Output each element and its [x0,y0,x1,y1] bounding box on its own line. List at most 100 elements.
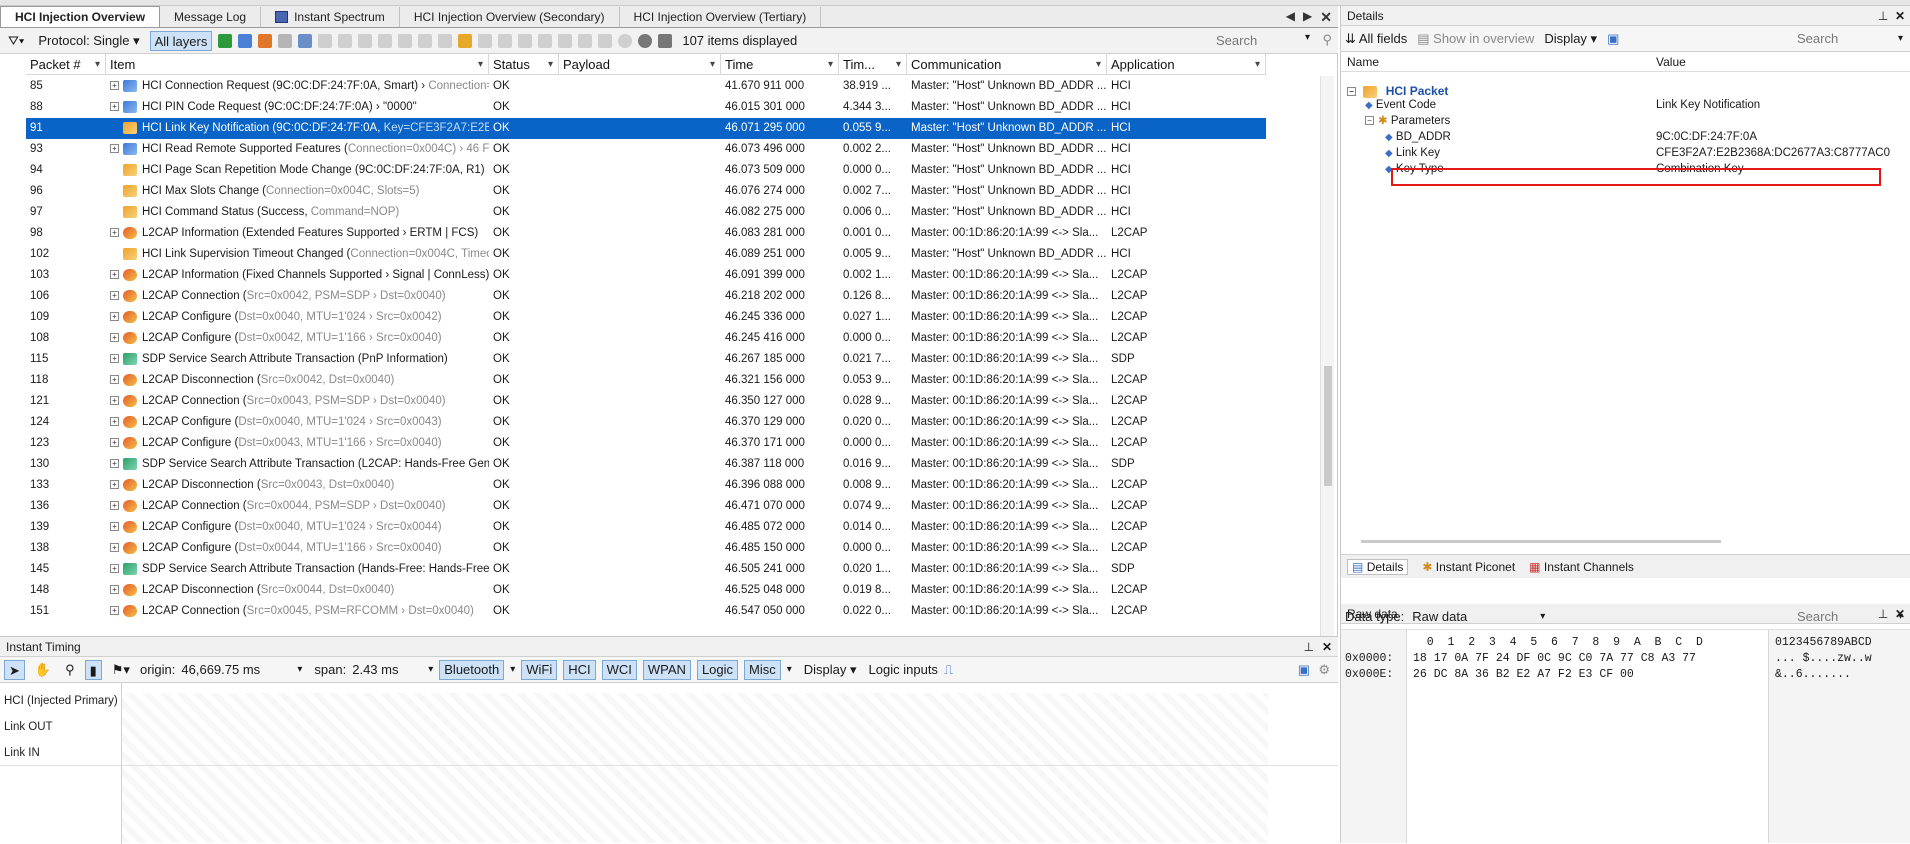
expand-icon[interactable]: + [110,606,119,616]
tab-instant-spectrum[interactable]: Instant Spectrum [261,7,400,27]
col-header-item[interactable]: Item ▾ [106,54,489,75]
raw-data-view[interactable]: 0x0000: 0x000E: 0 1 2 3 4 5 6 7 8 9 A B … [1341,630,1910,843]
table-row[interactable]: 93 + HCI Read Remote Supported Features (C… [26,139,1266,160]
origin-value[interactable]: 46,669.75 ms [181,662,291,677]
expand-icon[interactable]: + [110,144,119,154]
logic-inputs-button[interactable]: Logic inputs [869,662,938,677]
misc-dropdown-icon[interactable]: ▾ [787,664,792,675]
toggle-wifi[interactable]: WiFi [521,659,558,680]
mouse-icon[interactable] [358,33,373,48]
highlight-icon[interactable] [458,33,473,48]
filter-icon[interactable]: ⛛▾ [4,31,28,51]
vertical-scrollbar[interactable] [1320,76,1334,636]
col-header-application[interactable]: Application ▾ [1107,54,1266,75]
close-icon[interactable]: ✕ [1322,637,1332,657]
scroll-left-icon[interactable]: ◀ [1286,9,1295,26]
scroll-right-icon[interactable]: ▶ [1303,9,1312,26]
tab-details[interactable]: ▤ Details [1347,558,1409,575]
toggle-wci[interactable]: WCI [601,659,637,680]
expand-icon[interactable]: + [110,501,119,511]
table-row[interactable]: 124 + L2CAP Configure (Dst=0x0040, MTU=1'0… [26,412,1266,433]
search-options-icon[interactable]: ⚲ [1322,32,1332,48]
toggle-bluetooth[interactable]: Bluetooth [439,659,505,680]
table-row[interactable]: 94 HCI Page Scan Repetition Mode Change (… [26,160,1266,181]
expand-icon[interactable]: + [110,102,119,112]
table-row[interactable]: 130 + SDP Service Search Attribute Transac… [26,454,1266,475]
columns-icon[interactable] [538,33,553,48]
hand-icon[interactable]: ✋ [31,660,55,680]
table-row[interactable]: 106 + L2CAP Connection (Src=0x0042, PSM=SD… [26,286,1266,307]
expand-icon[interactable]: + [110,564,119,574]
export-icon[interactable]: ▣ [1298,662,1310,678]
table-row[interactable]: 108 + L2CAP Configure (Dst=0x0042, MTU=1'1… [26,328,1266,349]
chevron-down-icon[interactable]: ▾ [1096,54,1101,75]
raw-search-input[interactable]: Search [1797,609,1838,624]
pin-icon[interactable]: ⊥ [1878,9,1888,23]
table-row[interactable]: 103 + L2CAP Information (Fixed Channels Su… [26,265,1266,286]
tab-instant-piconet[interactable]: ✱ Instant Piconet [1422,560,1515,574]
table-row[interactable]: 118 + L2CAP Disconnection (Src=0x0042, Dst… [26,370,1266,391]
expand-icon[interactable]: + [110,417,119,427]
tab-instant-channels[interactable]: ▦ Instant Channels [1529,560,1634,574]
search-dropdown-icon[interactable]: ▾ [1898,611,1903,622]
table-row[interactable]: 151 + L2CAP Connection (Src=0x0045, PSM=RF… [26,601,1266,622]
tab-hci-overview-tertiary[interactable]: HCI Injection Overview (Tertiary) [620,7,822,27]
scrollbar-thumb[interactable] [1324,366,1332,486]
col-header-delta[interactable]: Tim... ▾ [839,54,907,75]
toggle-wpan[interactable]: WPAN [642,659,691,680]
zoom-icon[interactable]: ⚲ [61,660,79,680]
table-row[interactable]: 109 + L2CAP Configure (Dst=0x0040, MTU=1'0… [26,307,1266,328]
col-header-time[interactable]: Time ▾ [721,54,839,75]
connector-icon[interactable] [378,33,393,48]
grid-icon[interactable] [438,33,453,48]
expand-icon[interactable]: + [110,459,119,469]
chevron-down-icon[interactable]: ▾ [896,54,901,75]
tab-hci-overview-secondary[interactable]: HCI Injection Overview (Secondary) [400,7,620,27]
table-row[interactable]: 145 + SDP Service Search Attribute Transac… [26,559,1266,580]
collapse-icon[interactable]: − [1347,87,1356,97]
find-icon[interactable] [298,33,313,48]
search-input[interactable]: Search [1216,31,1314,51]
span-dropdown-icon[interactable]: ▾ [428,664,433,675]
toggle-misc[interactable]: Misc [744,659,781,680]
grid3-icon[interactable] [498,33,513,48]
expand-icon[interactable]: + [110,228,119,238]
chevron-down-icon[interactable]: ▾ [548,54,553,75]
origin-dropdown-icon[interactable]: ▾ [297,664,302,675]
grid2-icon[interactable] [478,33,493,48]
table-row[interactable]: 133 + L2CAP Disconnection (Src=0x0043, Dst… [26,475,1266,496]
toggle-logic[interactable]: Logic [696,659,739,680]
all-fields-button[interactable]: ⇊ All fields [1345,31,1407,47]
pencil-icon[interactable] [238,33,253,48]
table-row[interactable]: 91 HCI Link Key Notification (9C:0C:DF:24… [26,118,1266,139]
pointer-icon[interactable]: ➤ [4,659,25,680]
table-row[interactable]: 88 + HCI PIN Code Request (9C:0C:DF:24:7F:… [26,97,1266,118]
table-row[interactable]: 148 + L2CAP Disconnection (Src=0x0044, Dst… [26,580,1266,601]
book-icon[interactable] [518,33,533,48]
data-type-dropdown-icon[interactable]: ▾ [1540,611,1545,622]
pin-icon[interactable] [278,33,293,48]
table-row[interactable]: 98 + L2CAP Information (Extended Features … [26,223,1266,244]
table-row[interactable]: 136 + L2CAP Connection (Src=0x0044, PSM=SD… [26,496,1266,517]
table-row[interactable]: 123 + L2CAP Configure (Dst=0x0043, MTU=1'1… [26,433,1266,454]
tab-message-log[interactable]: Message Log [160,7,262,27]
chevron-down-icon[interactable]: ▾ [1255,54,1260,75]
expand-icon[interactable]: + [110,585,119,595]
expand-icon[interactable]: + [110,522,119,532]
collapse-icon[interactable]: − [1365,116,1374,126]
view-icon[interactable]: ▮ [84,659,102,680]
hand-icon[interactable] [398,33,413,48]
chevron-down-icon[interactable]: ▾ [828,54,833,75]
table-row[interactable]: 96 HCI Max Slots Change (Connection=0x004… [26,181,1266,202]
marker-icon[interactable]: ⚑▾ [108,660,134,680]
expand-icon[interactable]: + [110,396,119,406]
settings-icon[interactable]: ⚙ [1318,662,1330,678]
horizontal-scrollbar[interactable] [1361,540,1721,543]
expand-icon[interactable]: + [110,375,119,385]
music-icon[interactable] [418,33,433,48]
back-arrow-icon[interactable] [218,33,233,48]
layer-icon[interactable] [258,33,273,48]
export-icon[interactable]: ▣ [1607,31,1619,47]
table-row[interactable]: 138 + L2CAP Configure (Dst=0x0044, MTU=1'1… [26,538,1266,559]
data-type-select[interactable]: Raw data [1412,609,1532,624]
